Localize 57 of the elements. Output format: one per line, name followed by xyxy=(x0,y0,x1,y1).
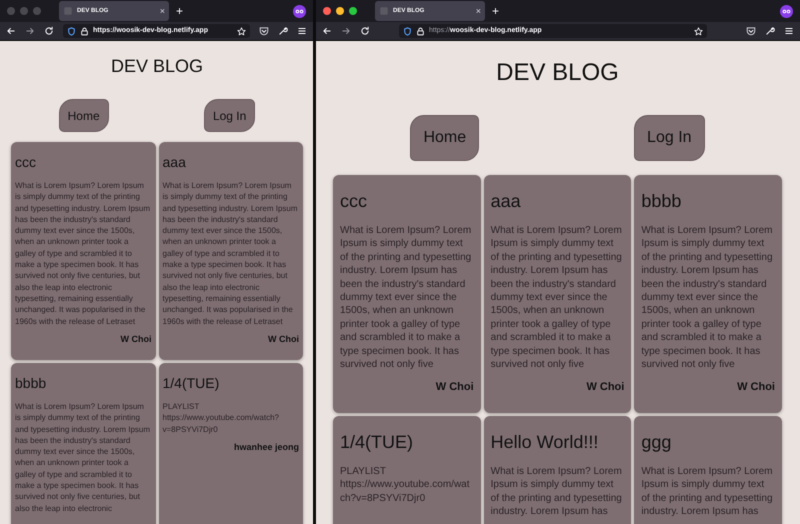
back-arrow-icon[interactable] xyxy=(6,26,16,36)
blog-title: DEV BLOG xyxy=(110,55,204,78)
menu-icon[interactable] xyxy=(784,26,794,36)
post-body: What is Lorem Ipsum? Lorem Ipsum is simply dummy text of the printing and typesetting industry. Lorem Ipsum has been the industry's standard dummy text ever since the 1500s, when an unknown printer took a galley of type and scrambled it to make a type specimen book. It has survived not only five xyxy=(340,224,472,372)
post-title: ccc xyxy=(15,153,37,172)
new-tab-button[interactable]: + xyxy=(489,5,502,17)
post-body: What is Lorem Ipsum? Lorem Ipsum is simply dummy text of the printing and typesetting industry. Lorem Ipsum has xyxy=(641,465,774,519)
new-tab-button[interactable]: + xyxy=(173,5,186,17)
post-body: What is Lorem Ipsum? Lorem Ipsum is simply dummy text of the printing and typesetting industry. Lorem Ipsum has been the industry's standard dummy text ever since the 1500s, when an unknown printer took a galley of type and scrambled it to make a type specimen book. It has survived not only five centuries, but also the leap into electronic typesetting, remaining essentially unchanged. It was popularised in the 1960s with the release of Letraset xyxy=(162,180,299,327)
post-title: ccc xyxy=(340,190,368,213)
lock-icon[interactable] xyxy=(416,26,425,36)
post-body: What is Lorem Ipsum? Lorem Ipsum is simply dummy text of the printing and typesetting industry. Lorem Ipsum has xyxy=(490,465,623,519)
post-author: W Choi xyxy=(736,380,775,396)
close-window-button[interactable] xyxy=(323,7,331,15)
star-icon[interactable] xyxy=(694,26,703,36)
wrench-icon[interactable] xyxy=(278,26,288,36)
post-title: aaa xyxy=(490,190,522,213)
post-author: W Choi xyxy=(120,332,152,346)
forward-arrow-icon[interactable] xyxy=(25,26,35,36)
post-body: PLAYLIST https://www.youtube.com/watch?v=8PSYVi7Djr0 xyxy=(340,465,471,506)
nav-button[interactable]: Home xyxy=(58,99,109,132)
post-author: W Choi xyxy=(434,380,474,396)
extension-icon[interactable] xyxy=(780,4,793,18)
post-title: Hello World!!! xyxy=(490,431,600,454)
zoom-window-button[interactable] xyxy=(349,7,357,15)
post-title: 1/4(TUE) xyxy=(340,431,414,454)
back-arrow-icon[interactable] xyxy=(322,26,332,36)
post-body: What is Lorem Ipsum? Lorem Ipsum is simply dummy text of the printing and typesetting industry. Lorem Ipsum has been the industry's standard dummy text ever since the 1500s, when an unknown printer took a galley of type and scrambled it to make a type specimen book. It has survived not only five centuries, but also the leap into electronic typesetting, remaining essentially unchanged. It was popularised in the 1960s with the release of Letraset xyxy=(15,180,152,327)
reload-icon[interactable] xyxy=(44,26,54,36)
reload-icon[interactable] xyxy=(360,26,370,36)
post-title: ggg xyxy=(641,431,672,454)
post-body: What is Lorem Ipsum? Lorem Ipsum is simply dummy text of the printing and typesetting industry. Lorem Ipsum has been the industry's standard dummy text ever since the 1500s, when an unknown printer took a galley of type and scrambled it to make a type specimen book. It has survived not only five xyxy=(490,224,623,372)
post-author: hwanhee jeong xyxy=(232,440,299,454)
post-author: W Choi xyxy=(585,380,624,396)
close-tab-button[interactable]: × xyxy=(476,6,481,16)
shield-icon[interactable] xyxy=(67,26,76,36)
blog-title: DEV BLOG xyxy=(495,58,620,88)
post-body: PLAYLIST https://www.youtube.com/watch?v=8PSYVi7Djr0 xyxy=(162,401,280,435)
nav-button[interactable]: Log In xyxy=(204,99,256,132)
star-icon[interactable] xyxy=(237,26,246,36)
extension-icon[interactable] xyxy=(293,4,306,18)
forward-arrow-icon[interactable] xyxy=(341,26,351,36)
lock-icon[interactable] xyxy=(80,26,89,36)
wrench-icon[interactable] xyxy=(765,26,775,36)
post-title: bbbb xyxy=(641,190,682,213)
menu-icon[interactable] xyxy=(297,26,307,36)
minimize-window-button[interactable] xyxy=(336,7,344,15)
post-author: W Choi xyxy=(267,332,299,346)
nav-button[interactable]: Log In xyxy=(634,115,705,161)
post-body: What is Lorem Ipsum? Lorem Ipsum is simply dummy text of the printing and typesetting industry. Lorem Ipsum has been the industry's standard dummy text ever since the 1500s, when an unknown printer took a galley of type and scrambled it to make a type specimen book. It has survived not only five xyxy=(641,224,774,372)
nav-button[interactable]: Home xyxy=(410,115,480,161)
post-body: What is Lorem Ipsum? Lorem Ipsum is simply dummy text of the printing and typesetting industry. Lorem Ipsum has been the industry's standard dummy text ever since the 1500s, when an unknown printer took a galley of type and scrambled it to make a type specimen book. It has survived not only five centuries, but also the leap into electronic xyxy=(15,401,152,514)
shield-icon[interactable] xyxy=(403,26,412,36)
post-title: bbbb xyxy=(15,374,48,393)
post-title: 1/4(TUE) xyxy=(162,374,220,393)
close-tab-button[interactable]: × xyxy=(160,6,165,16)
post-title: aaa xyxy=(162,153,187,172)
